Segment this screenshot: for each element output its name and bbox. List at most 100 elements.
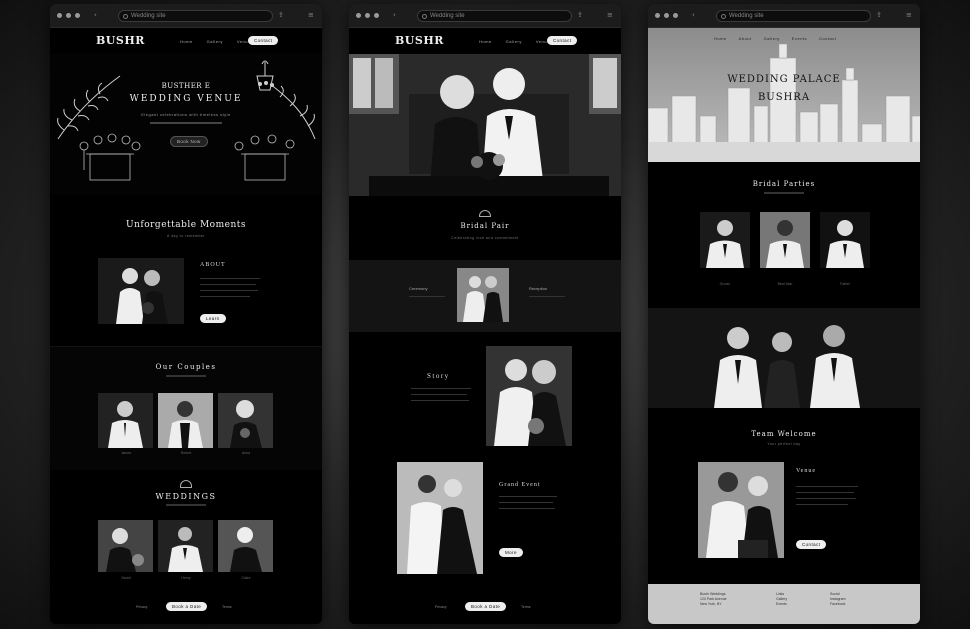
browser-toolbar: ‹ Wedding site ⇪ ≡: [648, 4, 920, 28]
menu-icon[interactable]: ≡: [607, 11, 613, 19]
hero-subtitle: Elegant celebrations with timeless style: [141, 112, 231, 117]
site-nav: BUSHR Home Gallery Venues Contact: [50, 28, 322, 54]
weddings-section: WEDDINGS Sarah Henry Claire Privacy Book…: [50, 470, 322, 624]
couple-photo: [98, 258, 184, 324]
book-date-button[interactable]: Book a Date: [465, 602, 507, 611]
window-controls[interactable]: [356, 13, 379, 18]
portrait-photo: [158, 520, 213, 572]
contact-button[interactable]: Contact: [248, 36, 279, 45]
photo-caption: Claire: [241, 576, 251, 580]
section-subtitle: Celebrating love and commitment: [451, 236, 519, 240]
text-line: [200, 296, 250, 297]
section-title: Bridal Pair: [460, 222, 510, 230]
book-date-button[interactable]: Book a Date: [166, 602, 208, 611]
group-photo: [648, 308, 920, 408]
footer-link[interactable]: Privacy: [136, 605, 147, 610]
photo-caption: Father: [839, 282, 851, 286]
section-title: WEDDINGS: [155, 492, 217, 501]
story-section: Story: [349, 332, 621, 456]
back-icon[interactable]: ‹: [393, 11, 396, 19]
text-line: [409, 296, 445, 297]
footer-link[interactable]: Events: [776, 602, 787, 607]
section-title: Our Couples: [155, 363, 217, 371]
back-icon[interactable]: ‹: [692, 11, 695, 19]
more-button[interactable]: More: [499, 548, 523, 557]
nav-link[interactable]: About: [739, 36, 752, 41]
portrait-photo: [98, 393, 153, 448]
learn-button[interactable]: Learn: [200, 314, 226, 323]
nav-link[interactable]: Gallery: [764, 36, 780, 41]
share-icon[interactable]: ⇪: [876, 11, 882, 19]
address-bar[interactable]: Wedding site: [118, 10, 273, 22]
search-icon: [123, 14, 128, 19]
address-bar[interactable]: Wedding site: [716, 10, 871, 22]
nav-link[interactable]: Contact: [819, 36, 836, 41]
footer-link[interactable]: Terms: [222, 605, 232, 610]
hero-title-line1: BUSTHER E: [161, 82, 211, 90]
text-line: [796, 498, 856, 499]
intro-section: Bridal Pair Celebrating love and commitm…: [349, 196, 621, 260]
nav-link[interactable]: Home: [180, 39, 193, 44]
city-hero: Home About Gallery Events Contact WEDDIN…: [648, 28, 920, 162]
dove-icon: [479, 210, 491, 217]
about-heading: ABOUT: [200, 262, 226, 268]
hero-illustration: [57, 60, 316, 181]
share-icon[interactable]: ⇪: [577, 11, 583, 19]
nav-links: Home About Gallery Events Contact: [714, 36, 836, 41]
section-subtitle: Your perfect day: [767, 442, 801, 446]
ceremony-band: Ceremony Reception: [349, 260, 621, 332]
portrait-photo: [820, 212, 870, 268]
footer-column: Bushr Weddings 123 Park Avenue New York,…: [700, 592, 727, 606]
nav-link[interactable]: Gallery: [506, 39, 522, 44]
text-line: [499, 496, 557, 497]
share-icon[interactable]: ⇪: [278, 11, 284, 19]
site-nav: BUSHR Home Gallery Venues Contact: [349, 28, 621, 54]
menu-icon[interactable]: ≡: [906, 11, 912, 19]
photo-caption: James: [120, 451, 132, 455]
site-logo[interactable]: BUSHR: [96, 34, 145, 47]
photo-caption: Henry: [181, 576, 191, 580]
footer-link[interactable]: Facebook: [830, 602, 846, 607]
section-subtitle: A day to remember: [166, 234, 206, 238]
photo-caption: Robert: [180, 451, 192, 455]
back-icon[interactable]: ‹: [94, 11, 97, 19]
nav-link[interactable]: Events: [792, 36, 807, 41]
portrait-photo: [158, 393, 213, 448]
browser-window-1: ‹ Wedding site ⇪ ≡ BUSHR Home Gallery Ve…: [50, 4, 322, 624]
couples-section: Our Couples James Robert Anna: [50, 346, 322, 470]
window-controls[interactable]: [57, 13, 80, 18]
portrait-photo: [218, 520, 273, 572]
nav-link[interactable]: Home: [714, 36, 727, 41]
nav-link[interactable]: Home: [479, 39, 492, 44]
portrait-photo: [760, 212, 810, 268]
section-title: Unforgettable Moments: [126, 220, 246, 230]
hero-title-line1: WEDDING PALACE: [727, 74, 841, 85]
menu-icon[interactable]: ≡: [308, 11, 314, 19]
event-section: Grand Event More Privacy Book a Date Ter…: [349, 456, 621, 624]
window-controls[interactable]: [655, 13, 678, 18]
couple-photo: [698, 462, 784, 558]
section-title: Bridal Parties: [752, 180, 816, 188]
text-line: [499, 508, 555, 509]
story-heading: Story: [427, 372, 450, 380]
site-logo[interactable]: BUSHR: [395, 34, 444, 47]
screenshot-stage: ‹ Wedding site ⇪ ≡ BUSHR Home Gallery Ve…: [0, 0, 970, 629]
text-line: [796, 504, 848, 505]
nav-link[interactable]: Gallery: [207, 39, 223, 44]
portrait-photo: [700, 212, 750, 268]
contact-button[interactable]: Contact: [547, 36, 578, 45]
text-line: [411, 394, 467, 395]
text-line: [529, 296, 565, 297]
footer-link[interactable]: Terms: [521, 605, 531, 610]
footer-column: Social Instagram Facebook: [830, 592, 846, 607]
divider: [166, 375, 206, 377]
address-bar[interactable]: Wedding site: [417, 10, 572, 22]
contact-button[interactable]: Contact: [796, 540, 827, 549]
welcome-section: Team Welcome Your perfect day Venue Cont…: [648, 408, 920, 584]
hero-couple-photo: [349, 54, 621, 196]
browser-window-3: ‹ Wedding site ⇪ ≡ Home About Gallery Ev…: [648, 4, 920, 624]
book-now-button[interactable]: Book Now: [170, 136, 208, 147]
nav-links: Home Gallery Venues: [479, 39, 552, 44]
divider: [166, 504, 206, 506]
footer-link[interactable]: Privacy: [435, 605, 446, 610]
